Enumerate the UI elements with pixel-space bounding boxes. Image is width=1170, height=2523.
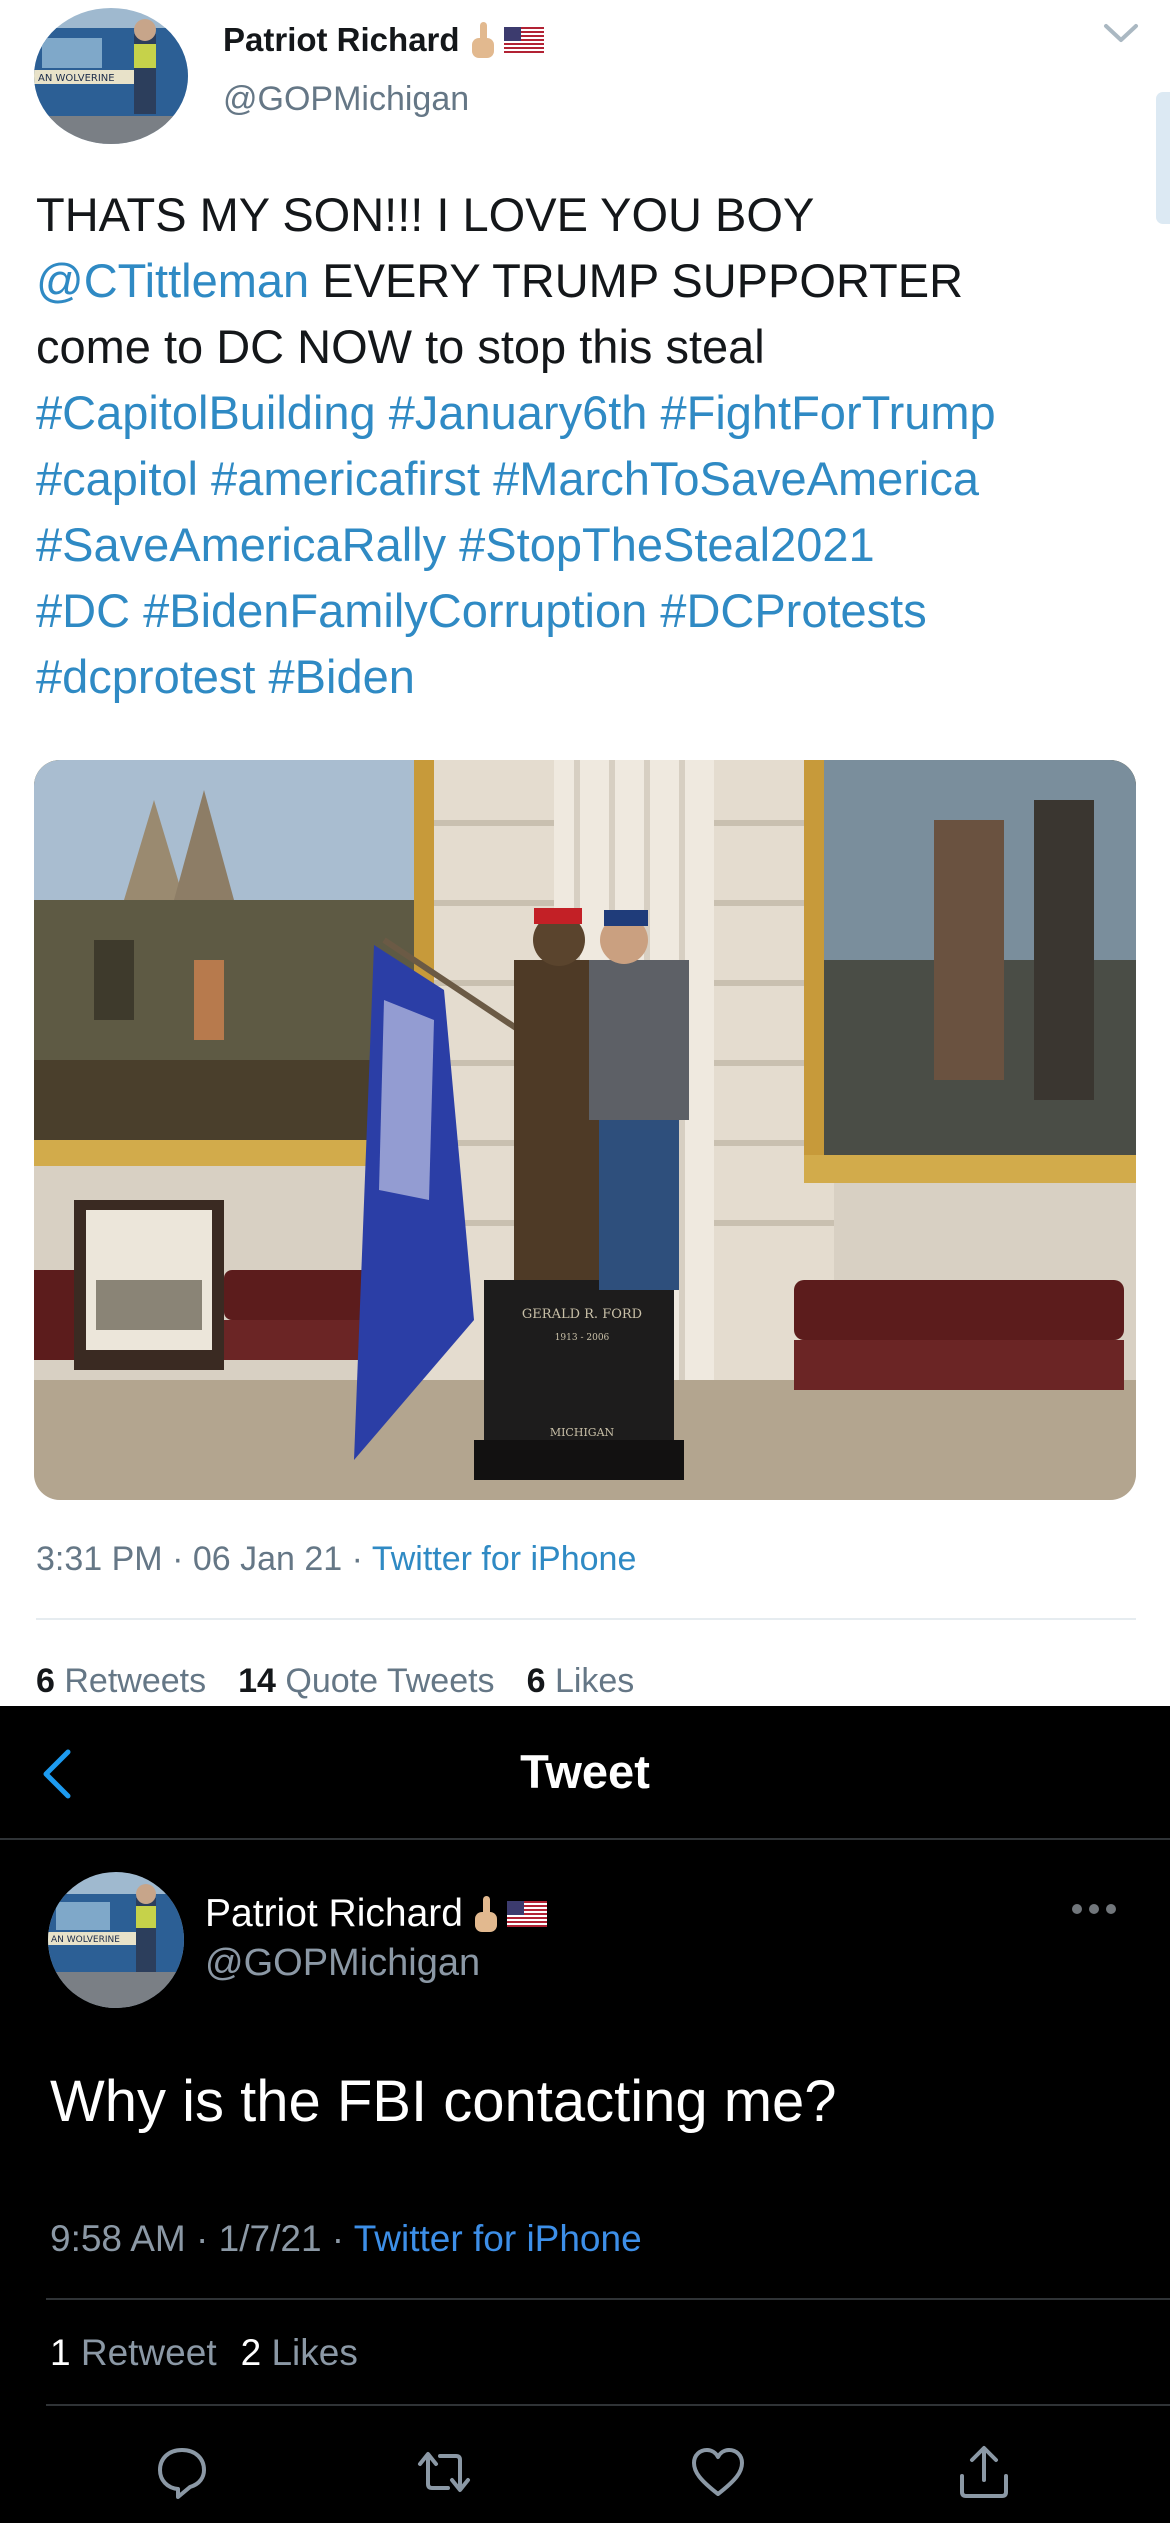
author-avatar[interactable]: AN WOLVERINE (48, 1872, 184, 2008)
divider (36, 1618, 1136, 1620)
us-flag-icon (506, 1901, 547, 1927)
likes-label: Likes (271, 2332, 358, 2373)
retweets-count: 6 (36, 1662, 55, 1700)
tweet-date: 1/7/21 (218, 2218, 322, 2259)
plaque-line-3: MICHIGAN (550, 1426, 615, 1439)
retweets-label: Retweet (80, 2332, 217, 2373)
photo-plaque-overlay: GERALD R. FORD 1913 - 2006 MICHIGAN (522, 1307, 642, 1439)
plaque-line-2: 1913 - 2006 (555, 1333, 610, 1343)
likes-count: 2 (240, 2332, 262, 2373)
meta-separator: · (342, 1540, 372, 1578)
meta-separator: · (185, 2218, 219, 2259)
retweet-icon[interactable] (414, 2442, 474, 2502)
retweets-stat[interactable]: 6 Retweets (36, 1662, 206, 1700)
likes-label: Likes (554, 1662, 635, 1700)
engagement-stats: 6 Retweets 14 Quote Tweets 6 Likes (36, 1662, 634, 1701)
author-name-row: Patriot Richard (205, 1888, 547, 1940)
tweet-source-link[interactable]: Twitter for iPhone (354, 2218, 642, 2259)
svg-text:AN WOLVERINE: AN WOLVERINE (51, 1935, 120, 1945)
tweet-date: 06 Jan 21 (192, 1540, 343, 1578)
plaque-line-1: GERALD R. FORD (522, 1307, 642, 1322)
likes-stat[interactable]: 6 Likes (527, 1662, 635, 1700)
more-options-icon[interactable] (1070, 1902, 1118, 1916)
retweets-stat[interactable]: 1 Retweet (50, 2332, 217, 2373)
tweet-time: 9:58 AM (50, 2218, 186, 2259)
author-handle[interactable]: @GOPMichigan (205, 1942, 480, 1985)
retweets-label: Retweets (64, 1662, 207, 1700)
reply-icon[interactable] (152, 2442, 212, 2502)
retweets-count: 1 (50, 2332, 71, 2373)
like-icon[interactable] (688, 2442, 748, 2502)
engagement-stats: 1 Retweet 2 Likes (50, 2332, 358, 2374)
author-name[interactable]: Patriot Richard (205, 1892, 463, 1936)
divider (46, 2404, 1170, 2406)
tweet-time: 3:31 PM (36, 1540, 163, 1578)
tweet-meta: 9:58 AM · 1/7/21 · Twitter for iPhone (50, 2218, 642, 2260)
tweet-text: Why is the FBI contacting me? (50, 2069, 837, 2134)
likes-stat[interactable]: 2 Likes (241, 2332, 358, 2373)
middle-finger-emoji-icon (473, 1894, 499, 1934)
meta-separator: · (162, 1540, 193, 1578)
tweet-meta: 3:31 PM · 06 Jan 21 · Twitter for iPhone (36, 1540, 636, 1579)
tweet-source-link[interactable]: Twitter for iPhone (372, 1540, 637, 1578)
page-title: Tweet (520, 1745, 650, 1798)
followup-tweet-screenshot: Tweet AN WOLVERINE Patriot Richard @GOPM… (0, 1706, 1170, 2523)
quote-tweets-label: Quote Tweets (285, 1662, 495, 1700)
meta-separator: · (321, 2218, 354, 2259)
quote-tweets-stat[interactable]: 14 Quote Tweets (238, 1662, 494, 1700)
quote-tweets-count: 14 (238, 1662, 276, 1700)
divider (46, 2298, 1170, 2300)
share-icon[interactable] (954, 2442, 1014, 2502)
likes-count: 6 (526, 1662, 546, 1700)
original-tweet-screenshot: AN WOLVERINE Patriot Richard @GOPMichiga… (0, 0, 1170, 1706)
divider (0, 1838, 1170, 1840)
